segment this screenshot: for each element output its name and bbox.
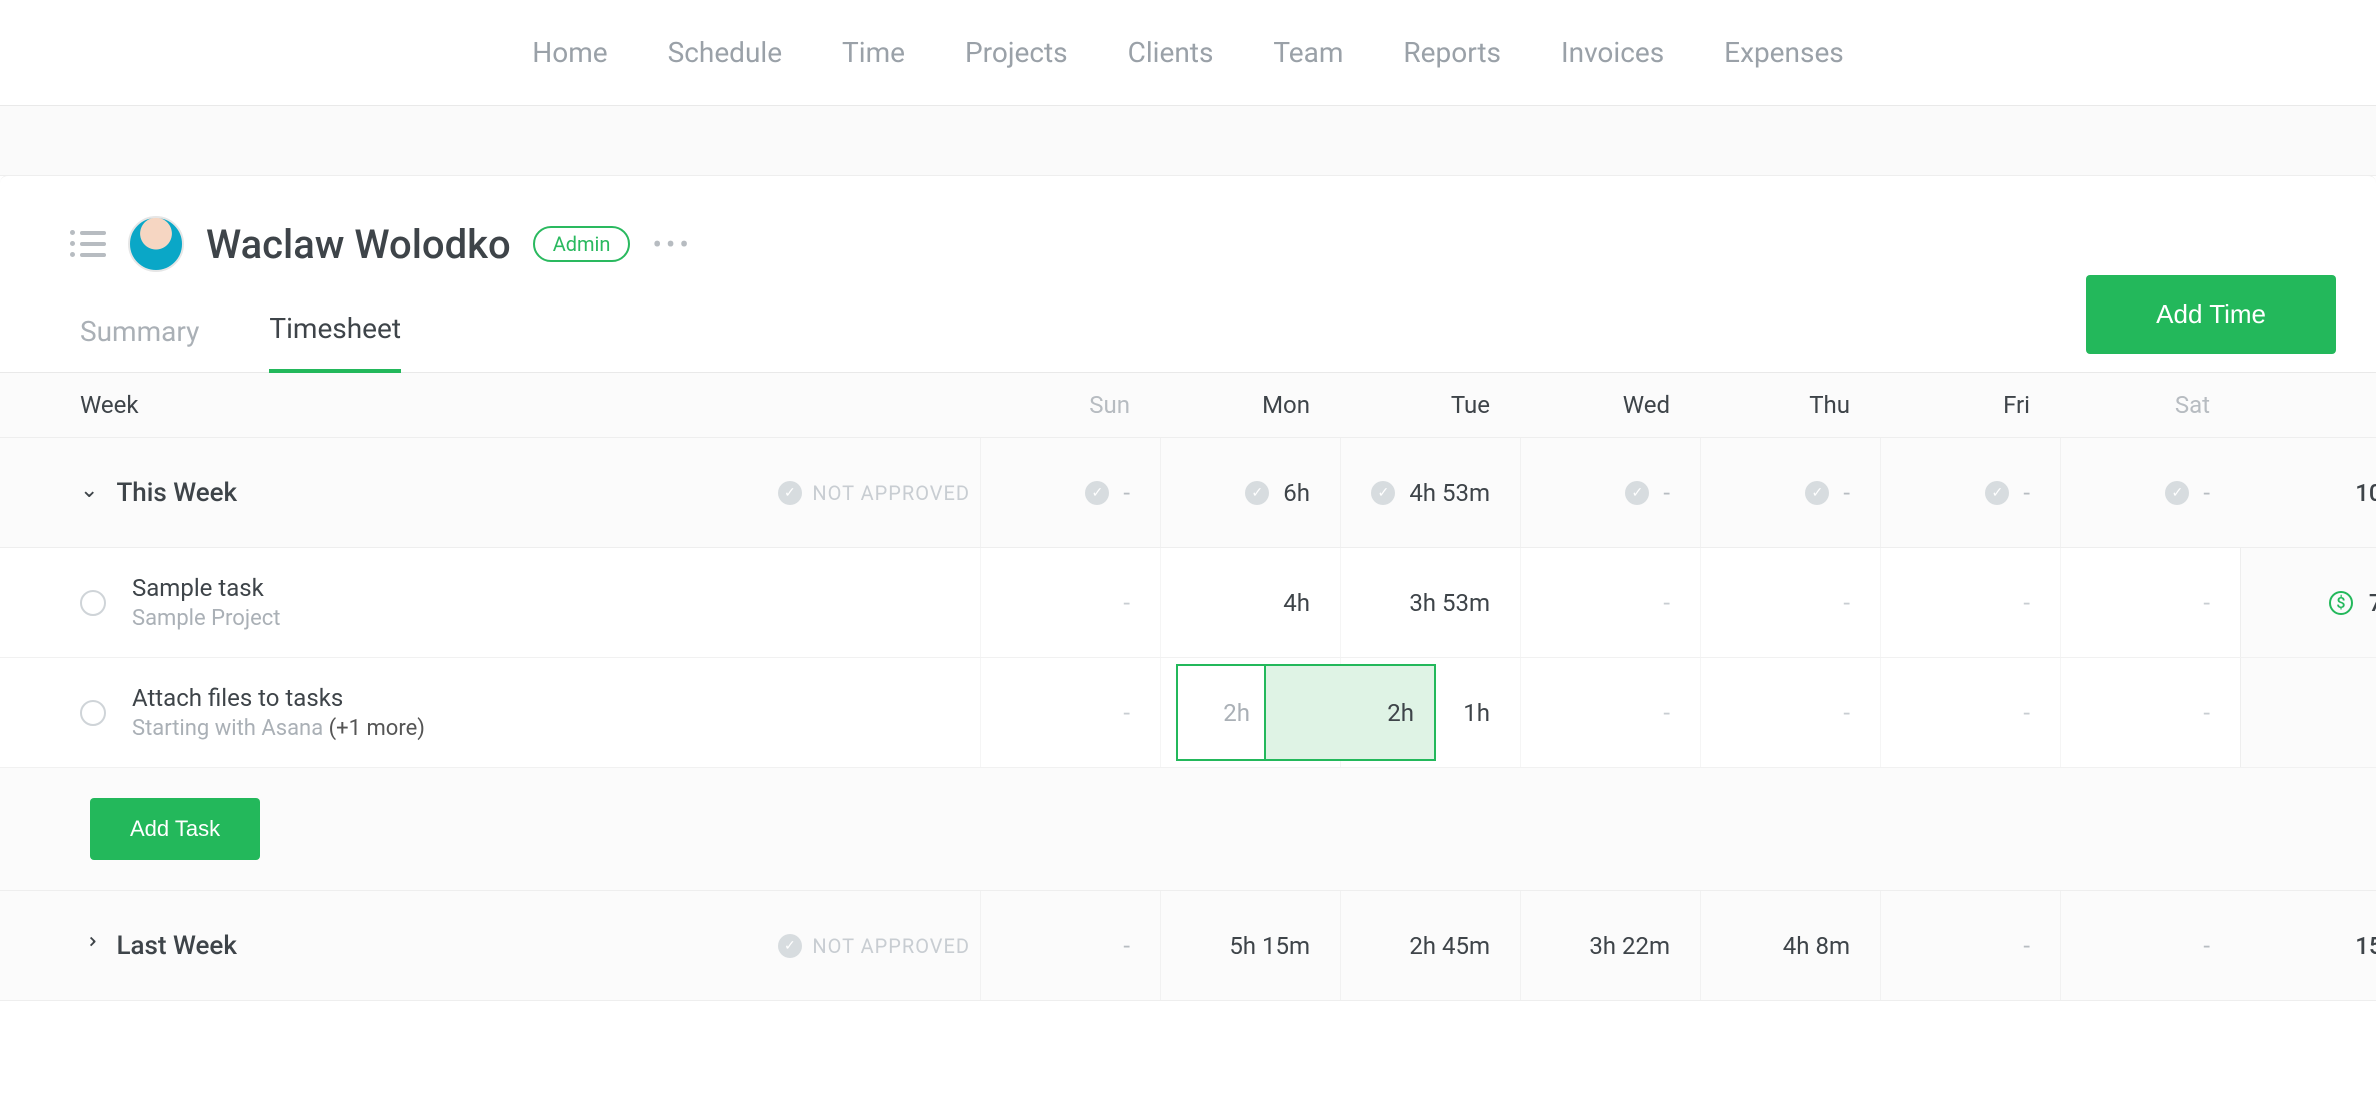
week-row-this[interactable]: ⌄ This Week ✓ NOT APPROVED ✓- ✓6h ✓4h 53…	[0, 438, 2376, 548]
time-edit-prev: 2h	[1178, 666, 1266, 759]
check-circle-icon: ✓	[778, 934, 802, 958]
last-sat: -	[2060, 891, 2240, 1000]
last-total: 15h 30m	[2240, 932, 2376, 960]
col-thu: Thu	[1700, 391, 1880, 419]
this-mon: ✓6h	[1160, 438, 1340, 547]
check-circle-icon: ✓	[1985, 481, 2009, 505]
task-cell[interactable]: 4h	[1160, 548, 1340, 657]
last-tue: 2h 45m	[1340, 891, 1520, 1000]
task-subtitle: Starting with Asana (+1 more)	[132, 716, 425, 741]
task-cell[interactable]: -	[2060, 658, 2240, 767]
this-fri: ✓-	[1880, 438, 2060, 547]
last-sun: -	[980, 891, 1160, 1000]
task-row: Attach files to tasks Starting with Asan…	[0, 658, 2376, 768]
col-mon: Mon	[1160, 391, 1340, 419]
col-fri: Fri	[1880, 391, 2060, 419]
list-toggle-icon[interactable]	[80, 231, 106, 257]
tab-summary[interactable]: Summary	[80, 315, 199, 372]
col-wed: Wed	[1520, 391, 1700, 419]
this-tue: ✓4h 53m	[1340, 438, 1520, 547]
task-cell[interactable]: 3h 53m	[1340, 548, 1520, 657]
top-nav: Home Schedule Time Projects Clients Team…	[0, 0, 2376, 106]
task-radio[interactable]	[80, 700, 106, 726]
nav-clients[interactable]: Clients	[1128, 36, 1214, 69]
this-sat: ✓-	[2060, 438, 2240, 547]
nav-team[interactable]: Team	[1273, 36, 1343, 69]
tabs-row: Summary Timesheet Add Time	[0, 282, 2376, 373]
task-cell[interactable]: -	[1520, 658, 1700, 767]
task-total: $ 7h 53m	[2240, 548, 2376, 657]
task-cell[interactable]: -	[2060, 548, 2240, 657]
col-week: Week	[80, 391, 700, 419]
task-cell[interactable]: -	[1700, 548, 1880, 657]
approval-status-this: ✓ NOT APPROVED	[700, 481, 980, 505]
chevron-right-icon[interactable]: ⌄	[77, 932, 102, 950]
week-row-last[interactable]: ⌄ Last Week ✓ NOT APPROVED - 5h 15m 2h 4…	[0, 891, 2376, 1001]
check-circle-icon: ✓	[1245, 481, 1269, 505]
col-tue: Tue	[1340, 391, 1520, 419]
user-name: Waclaw Wolodko	[206, 221, 511, 268]
task-subtitle: Sample Project	[132, 606, 280, 631]
nav-invoices[interactable]: Invoices	[1561, 36, 1664, 69]
check-circle-icon: ✓	[1625, 481, 1649, 505]
this-wed: ✓-	[1520, 438, 1700, 547]
task-cell[interactable]: -	[1520, 548, 1700, 657]
last-mon: 5h 15m	[1160, 891, 1340, 1000]
user-header: Waclaw Wolodko Admin •••	[0, 176, 2376, 282]
add-task-button[interactable]: Add Task	[90, 798, 260, 860]
check-circle-icon: ✓	[778, 481, 802, 505]
col-total: Total	[2240, 391, 2376, 419]
page-gap	[0, 106, 2376, 176]
tab-timesheet[interactable]: Timesheet	[269, 312, 401, 373]
approval-label: NOT APPROVED	[812, 481, 970, 505]
task-title[interactable]: Sample task	[132, 574, 280, 602]
col-sun: Sun	[980, 391, 1160, 419]
add-time-button[interactable]: Add Time	[2086, 275, 2336, 354]
nav-projects[interactable]: Projects	[965, 36, 1068, 69]
nav-reports[interactable]: Reports	[1403, 36, 1501, 69]
add-task-row: Add Task	[0, 768, 2376, 891]
role-badge: Admin	[533, 226, 631, 262]
task-cell[interactable]: -	[980, 548, 1160, 657]
this-thu: ✓-	[1700, 438, 1880, 547]
time-edit-input[interactable]: 2h	[1266, 666, 1434, 759]
nav-home[interactable]: Home	[532, 36, 607, 69]
time-edit-overlay[interactable]: 2h 2h	[1176, 664, 1436, 761]
task-total: 3h	[2240, 658, 2376, 767]
table-header: Week Sun Mon Tue Wed Thu Fri Sat Total	[0, 373, 2376, 438]
nav-expenses[interactable]: Expenses	[1724, 36, 1844, 69]
task-cell[interactable]: -	[1700, 658, 1880, 767]
avatar[interactable]	[128, 216, 184, 272]
check-circle-icon: ✓	[1371, 481, 1395, 505]
task-more-count[interactable]: (+1 more)	[329, 716, 425, 741]
approval-label: NOT APPROVED	[812, 934, 970, 958]
check-circle-icon: ✓	[1085, 481, 1109, 505]
last-thu: 4h 8m	[1700, 891, 1880, 1000]
content-panel: Waclaw Wolodko Admin ••• Summary Timeshe…	[0, 175, 2376, 1001]
billable-icon[interactable]: $	[2329, 591, 2353, 615]
check-circle-icon: ✓	[2165, 481, 2189, 505]
nav-schedule[interactable]: Schedule	[668, 36, 782, 69]
task-radio[interactable]	[80, 590, 106, 616]
last-wed: 3h 22m	[1520, 891, 1700, 1000]
week-label-last: Last Week	[116, 931, 236, 961]
task-row: Sample task Sample Project - 4h 3h 53m -…	[0, 548, 2376, 658]
task-title[interactable]: Attach files to tasks	[132, 684, 425, 712]
approval-status-last: ✓ NOT APPROVED	[700, 934, 980, 958]
nav-time[interactable]: Time	[842, 36, 905, 69]
col-sat: Sat	[2060, 391, 2240, 419]
task-cell[interactable]: -	[980, 658, 1160, 767]
task-cell[interactable]: -	[1880, 658, 2060, 767]
task-cell[interactable]: -	[1880, 548, 2060, 657]
week-label-this: This Week	[116, 478, 237, 508]
this-sun: ✓-	[980, 438, 1160, 547]
task-cell-editing[interactable]: 2h 2h 2h	[1160, 658, 1340, 767]
this-total: 10h 53m	[2240, 479, 2376, 507]
more-icon[interactable]: •••	[652, 228, 692, 261]
chevron-down-icon[interactable]: ⌄	[80, 478, 98, 503]
check-circle-icon: ✓	[1805, 481, 1829, 505]
last-fri: -	[1880, 891, 2060, 1000]
